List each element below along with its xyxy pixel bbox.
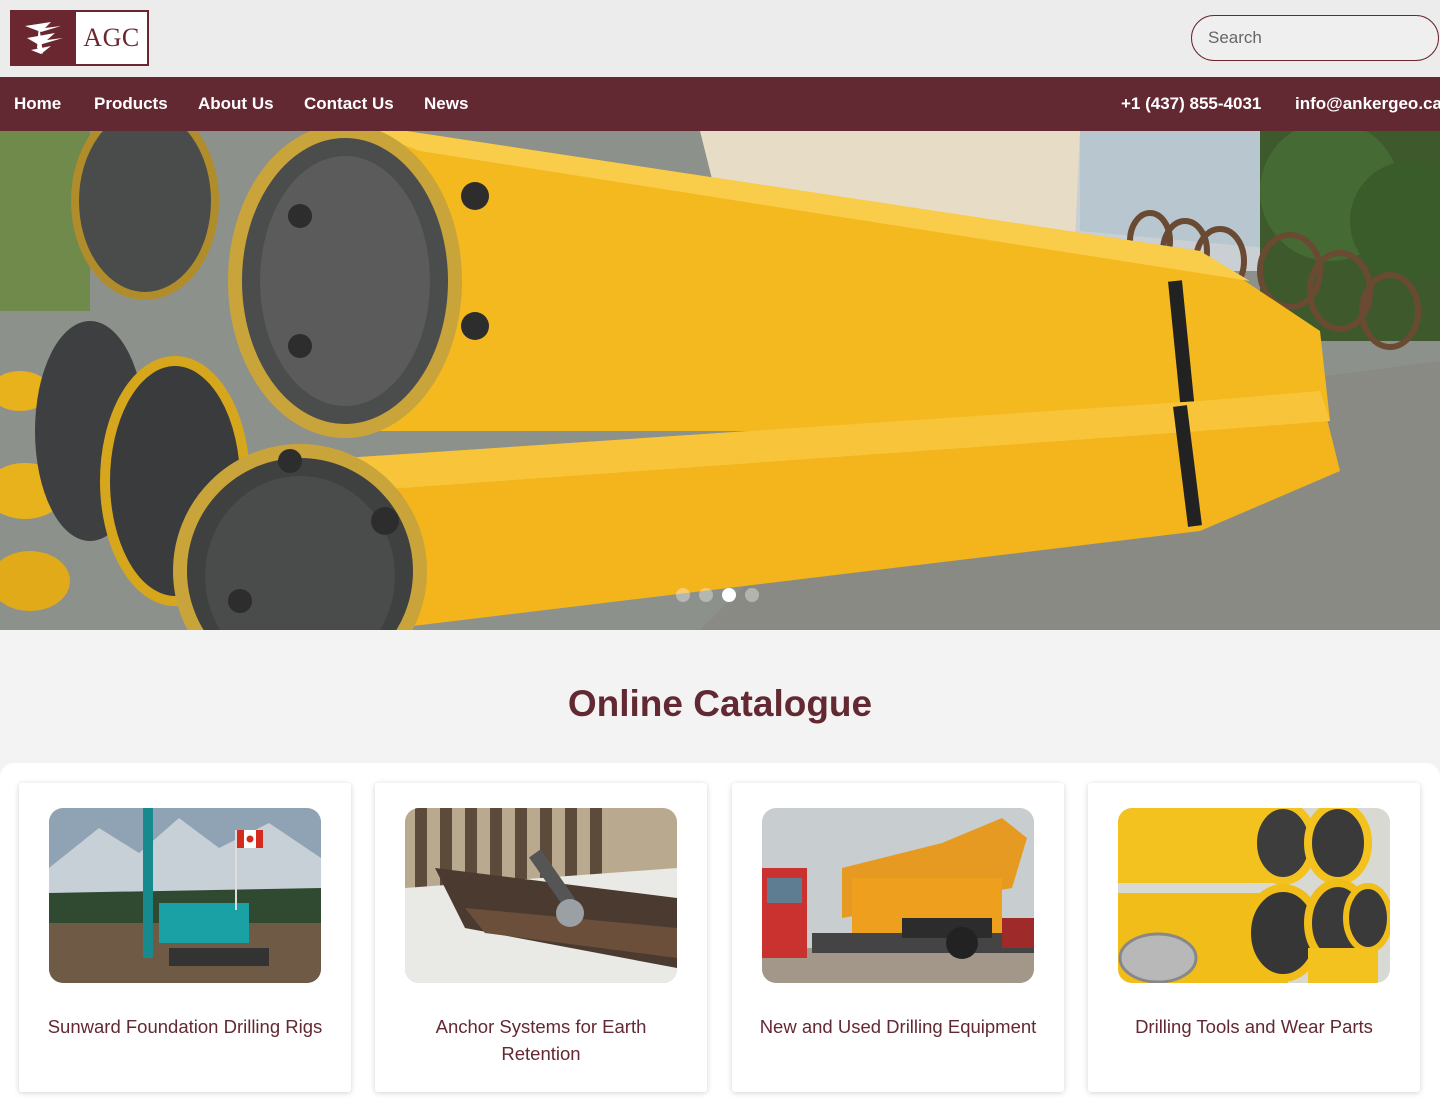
logo-emblem-icon [12,12,76,64]
card-image-equipment-truck [762,808,1034,983]
catalogue-card-drilling-tools[interactable]: Drilling Tools and Wear Parts [1088,783,1420,1092]
nav-news[interactable]: News [424,77,468,131]
card-image-drilling-rig [49,808,321,983]
section-title: Online Catalogue [567,683,873,724]
search-input[interactable] [1191,15,1439,61]
catalogue-card-anchor-systems[interactable]: Anchor Systems for Earth Retention [375,783,707,1092]
card-image-anchor-systems [405,808,677,983]
hero-image-yellow-casings [0,131,1440,630]
card-title: Sunward Foundation Drilling Rigs [47,1016,323,1037]
logo-text: AGC [83,23,140,52]
carousel-dot-2[interactable] [699,588,713,602]
card-title: New and Used Drilling Equipment [759,1016,1037,1037]
email-link[interactable]: info@ankergeo.ca [1295,77,1440,131]
top-header: AGC [0,0,1440,77]
nav-home[interactable]: Home [14,77,61,131]
nav-contact-us[interactable]: Contact Us [304,77,394,131]
card-title: Drilling Tools and Wear Parts [1135,1016,1373,1037]
hero-carousel[interactable] [0,131,1440,630]
catalogue-card-drilling-rigs[interactable]: Sunward Foundation Drilling Rigs [19,783,351,1092]
nav-products[interactable]: Products [94,77,168,131]
carousel-dot-4[interactable] [745,588,759,602]
agc-logo[interactable]: AGC [10,10,149,66]
carousel-dot-1[interactable] [676,588,690,602]
carousel-dots [676,588,759,602]
main-nav: Home Products About Us Contact Us News +… [0,77,1440,131]
nav-about-us[interactable]: About Us [198,77,274,131]
phone-link[interactable]: +1 (437) 855-4031 [1121,77,1261,131]
card-image-yellow-casings [1118,808,1390,983]
carousel-dot-3[interactable] [722,588,736,602]
catalogue-card-drilling-equipment[interactable]: New and Used Drilling Equipment [732,783,1064,1092]
card-title: Anchor Systems for Earth Retention [435,1016,647,1064]
